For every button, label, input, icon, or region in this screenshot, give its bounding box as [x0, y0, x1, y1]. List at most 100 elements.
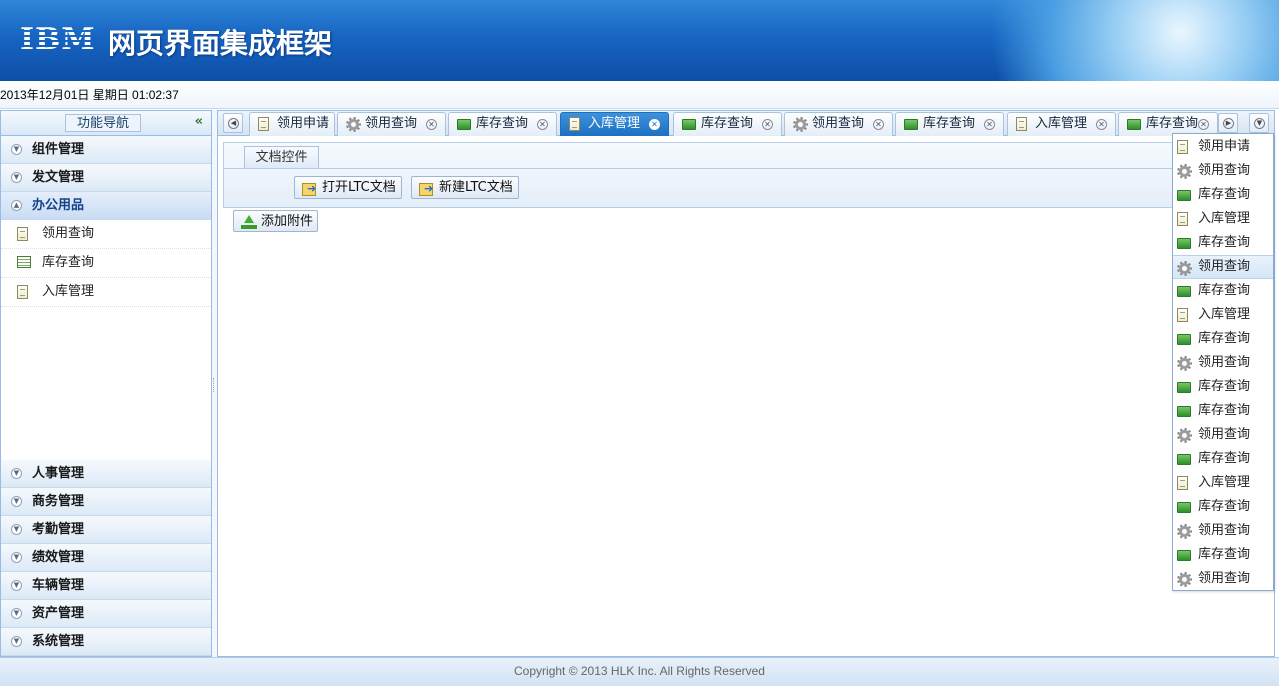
sidebar: 功能导航 « ▼ 组件管理 ▼ 发文管理 ▲ 办公用品 领用查询 库存查询 入库管理 ▼ 人事管…	[0, 110, 212, 657]
tab[interactable]: 入库管理 ✕	[560, 112, 669, 136]
tab-list-menu-item[interactable]: 领用查询	[1173, 567, 1273, 591]
label: 库存查询	[923, 116, 976, 131]
folder-icon	[1127, 119, 1141, 130]
label: 绩效管理	[32, 550, 85, 565]
label: 库存查询	[1198, 379, 1251, 394]
double-chevron-left-icon[interactable]: «	[195, 114, 203, 129]
chevron-down-icon: ▼	[11, 496, 22, 507]
scroll-left-button[interactable]: ◀	[223, 113, 243, 133]
chevron-right-icon: ▶	[1223, 118, 1234, 129]
label: 入库管理	[588, 116, 641, 131]
open-document-icon	[302, 178, 318, 199]
close-icon[interactable]: ✕	[426, 119, 437, 130]
close-icon[interactable]: ✕	[1198, 119, 1209, 130]
open-ltc-document-button[interactable]: 打开LTC文档	[294, 176, 402, 199]
close-icon[interactable]: ✕	[984, 119, 995, 130]
tab[interactable]: 领用查询 ✕	[337, 112, 446, 136]
close-icon[interactable]: ✕	[762, 119, 773, 130]
tab-list-menu-item[interactable]: 库存查询	[1173, 495, 1273, 519]
folder-icon	[1177, 334, 1191, 345]
tab-list-menu-item[interactable]: 库存查询	[1173, 327, 1273, 351]
app-header: IBM 网页界面集成框架	[0, 0, 1279, 81]
page-icon	[1177, 212, 1188, 226]
label: 库存查询	[1198, 403, 1251, 418]
label: 车辆管理	[32, 578, 85, 593]
sidebar-top-groups: ▼ 组件管理 ▼ 发文管理 ▲ 办公用品	[1, 136, 211, 220]
upload-icon	[241, 215, 257, 229]
tab-list-menu-item[interactable]: 库存查询	[1173, 231, 1273, 255]
tab[interactable]: 领用申请	[249, 112, 335, 136]
label: 人事管理	[32, 466, 85, 481]
sidebar-item[interactable]: 库存查询	[1, 249, 211, 278]
tab-list-menu-item[interactable]: 库存查询	[1173, 543, 1273, 567]
folder-icon	[1177, 550, 1191, 561]
copyright-text: Copyright © 2013 HLK Inc. All Rights Res…	[514, 664, 765, 678]
sidebar-group[interactable]: ▼ 车辆管理	[1, 572, 211, 600]
tab[interactable]: 库存查询 ✕	[673, 112, 782, 136]
tab-list-menu-item[interactable]: 领用查询	[1173, 351, 1273, 375]
label: 办公用品	[32, 198, 85, 213]
tab-list-menu-item[interactable]: 库存查询	[1173, 279, 1273, 303]
scroll-right-button[interactable]: ▶	[1218, 113, 1238, 133]
sidebar-item[interactable]: 入库管理	[1, 278, 211, 307]
gear-icon	[793, 117, 808, 132]
tab-list-menu-item[interactable]: 入库管理	[1173, 207, 1273, 231]
sidebar-group[interactable]: ▼ 组件管理	[1, 136, 211, 164]
tab-list-menu-item[interactable]: 领用查询	[1173, 159, 1273, 183]
sidebar-group[interactable]: ▼ 资产管理	[1, 600, 211, 628]
label: 库存查询	[1198, 187, 1251, 202]
panel-tab-document-control[interactable]: 文档控件	[244, 146, 319, 169]
tab-list-menu-item[interactable]: 库存查询	[1173, 375, 1273, 399]
tab[interactable]: 库存查询 ✕	[448, 112, 557, 136]
add-attachment-button[interactable]: 添加附件	[233, 210, 318, 232]
sidebar-group[interactable]: ▼ 绩效管理	[1, 544, 211, 572]
tab-list-menu-item[interactable]: 入库管理	[1173, 303, 1273, 327]
folder-icon	[682, 119, 696, 130]
new-ltc-document-button[interactable]: 新建LTC文档	[411, 176, 519, 199]
sidebar-group[interactable]: ▼ 考勤管理	[1, 516, 211, 544]
tab-list-menu-item[interactable]: 库存查询	[1173, 447, 1273, 471]
label: 系统管理	[32, 634, 85, 649]
tab-list-menu: 领用申请 领用查询 库存查询 入库管理 库存查询 领用查询 库存查询 入库管理 库存查询 领用查询…	[1172, 133, 1274, 591]
close-icon[interactable]: ✕	[649, 119, 660, 130]
close-icon[interactable]: ✕	[1096, 119, 1107, 130]
close-icon[interactable]: ✕	[537, 119, 548, 130]
tab-list-menu-item[interactable]: 库存查询	[1173, 399, 1273, 423]
tab-list-menu-item[interactable]: 领用申请	[1173, 135, 1273, 159]
gear-icon	[1177, 524, 1192, 539]
tab-list-menu-item[interactable]: 领用查询	[1173, 519, 1273, 543]
label: 库存查询	[1198, 451, 1251, 466]
sidebar-item[interactable]: 领用查询	[1, 220, 211, 249]
tab-list-menu-item[interactable]: 库存查询	[1173, 183, 1273, 207]
folder-icon	[1177, 454, 1191, 465]
tab[interactable]: 领用查询 ✕	[784, 112, 893, 136]
chevron-up-icon: ▲	[11, 200, 22, 211]
tab[interactable]: 库存查询 ✕	[895, 112, 1004, 136]
page-icon	[1177, 140, 1188, 154]
sidebar-group[interactable]: ▼ 商务管理	[1, 488, 211, 516]
label: 库存查询	[1198, 235, 1251, 250]
tab-list-menu-item[interactable]: 入库管理	[1173, 471, 1273, 495]
label: 考勤管理	[32, 522, 85, 537]
tab-list-menu-item[interactable]: 领用查询	[1173, 255, 1273, 279]
sidebar-group[interactable]: ▼ 系统管理	[1, 628, 211, 656]
sidebar-group[interactable]: ▲ 办公用品	[1, 192, 211, 220]
tab-list-menu-item[interactable]: 领用查询	[1173, 423, 1273, 447]
tab[interactable]: 入库管理 ✕	[1007, 112, 1116, 136]
label: 领用查询	[812, 116, 865, 131]
close-icon[interactable]: ✕	[873, 119, 884, 130]
label: 领用查询	[1198, 163, 1251, 178]
label: 库存查询	[1198, 499, 1251, 514]
main-content: ◀ 领用申请 领用查询 ✕ 库存查询 ✕ 入库管理 ✕ 库存查询 ✕ 领用查询 ✕ 库存查询 ✕ 入库管理…	[217, 110, 1275, 657]
sidebar-group[interactable]: ▼ 人事管理	[1, 460, 211, 488]
label: 库存查询	[42, 255, 95, 270]
chevron-down-icon: ▼	[11, 524, 22, 535]
sidebar-items: 领用查询库存查询入库管理	[1, 220, 211, 307]
page-icon	[1177, 476, 1188, 490]
sidebar-group[interactable]: ▼ 发文管理	[1, 164, 211, 192]
label: 库存查询	[1146, 116, 1199, 131]
app-title: 网页界面集成框架	[108, 27, 333, 60]
tab-list-dropdown-button[interactable]: ▼	[1249, 113, 1269, 133]
label: 领用申请	[277, 116, 330, 131]
page-icon	[17, 227, 28, 241]
